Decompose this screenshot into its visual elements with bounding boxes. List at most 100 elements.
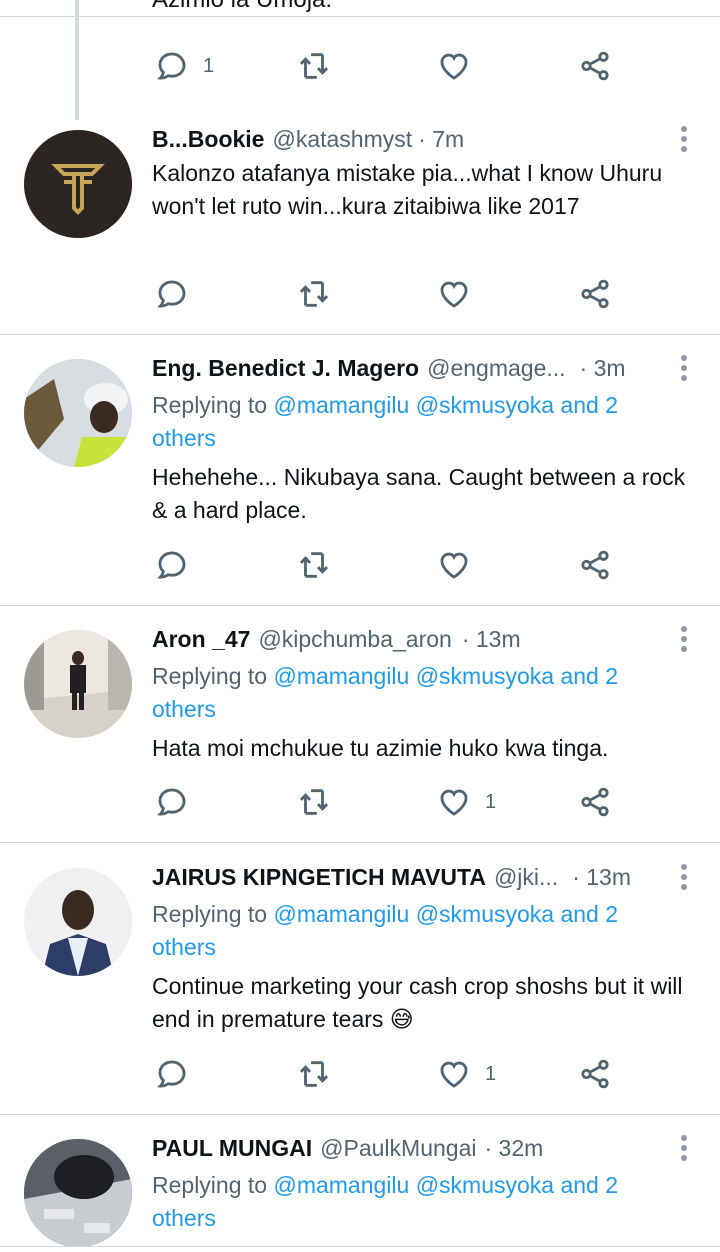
tweet-actions	[0, 274, 720, 314]
retweet-button[interactable]	[297, 1054, 331, 1094]
share-button[interactable]	[578, 274, 612, 314]
profile-photo	[24, 630, 132, 738]
display-name[interactable]: Eng. Benedict J. Magero	[152, 355, 419, 382]
share-button[interactable]	[578, 782, 612, 822]
reply-icon	[155, 548, 189, 582]
timestamp[interactable]: · 13m	[572, 864, 631, 891]
retweet-icon	[297, 548, 331, 582]
reply-button[interactable]: 1	[155, 46, 214, 86]
tweet-text-partial: Azimio la Umoja.	[152, 0, 332, 14]
retweet-icon	[297, 785, 331, 819]
more-vertical-icon[interactable]	[680, 126, 688, 154]
retweet-button[interactable]	[297, 46, 331, 86]
like-count: 1	[485, 790, 497, 813]
display-name[interactable]: PAUL MUNGAI	[152, 1135, 312, 1162]
reply-count: 1	[203, 54, 215, 77]
user-handle[interactable]: @engmage...	[427, 355, 565, 382]
avatar[interactable]	[24, 1139, 132, 1247]
more-vertical-icon[interactable]	[680, 626, 688, 654]
share-button[interactable]	[578, 1054, 612, 1094]
tweet-text: Hata moi mchukue tu azimie huko kwa ting…	[152, 735, 609, 761]
replying-to: Replying to @mamangilu @skmusyoka and 2 …	[152, 1169, 672, 1235]
display-name[interactable]: Aron _47	[152, 626, 250, 653]
more-vertical-icon[interactable]	[680, 1135, 688, 1163]
share-button[interactable]	[578, 46, 612, 86]
profile-photo	[24, 359, 132, 467]
user-handle[interactable]: @kipchumba_aron	[258, 626, 451, 653]
tweet-actions: 1	[0, 46, 720, 86]
avatar[interactable]	[24, 130, 132, 238]
share-icon	[578, 785, 612, 819]
like-count: 1	[485, 1062, 497, 1085]
logo-avatar-image	[24, 130, 132, 238]
reply-button[interactable]	[155, 1054, 189, 1094]
reply-icon	[155, 1057, 189, 1091]
display-name[interactable]: B...Bookie	[152, 126, 264, 153]
heart-icon	[437, 548, 471, 582]
retweet-button[interactable]	[297, 274, 331, 314]
replying-to: Replying to @mamangilu @skmusyoka and 2 …	[152, 660, 672, 726]
more-vertical-icon[interactable]	[680, 864, 688, 892]
tweet-actions	[0, 545, 720, 585]
divider	[0, 334, 720, 335]
profile-photo	[24, 1139, 132, 1247]
like-button[interactable]: 1	[437, 1054, 496, 1094]
tweet-text: Continue marketing your cash crop shoshs…	[152, 973, 683, 1032]
more-vertical-icon[interactable]	[680, 355, 688, 383]
tweet-actions: 1	[0, 1054, 720, 1094]
replying-to: Replying to @mamangilu @skmusyoka and 2 …	[152, 389, 672, 455]
reply-button[interactable]	[155, 782, 189, 822]
retweet-button[interactable]	[297, 782, 331, 822]
avatar[interactable]	[24, 359, 132, 467]
share-button[interactable]	[578, 545, 612, 585]
like-button[interactable]: 1	[437, 782, 496, 822]
reply-button[interactable]	[155, 274, 189, 314]
timestamp[interactable]: · 3m	[580, 355, 626, 382]
replying-to-label: Replying to	[152, 901, 274, 927]
share-icon	[578, 1057, 612, 1091]
avatar[interactable]	[24, 630, 132, 738]
heart-icon	[437, 785, 471, 819]
tweet-text: Kalonzo atafanya mistake pia...what I kn…	[152, 160, 663, 219]
replying-to-label: Replying to	[152, 392, 274, 418]
display-name[interactable]: JAIRUS KIPNGETICH MAVUTA	[152, 864, 486, 891]
tweet-header: B...Bookie @katashmyst · 7m	[152, 126, 660, 153]
heart-icon	[437, 49, 471, 83]
reply-icon	[155, 785, 189, 819]
like-button[interactable]	[437, 545, 485, 585]
user-handle[interactable]: @jki...	[494, 864, 558, 891]
tweet-actions: 1	[0, 782, 720, 822]
divider	[0, 1114, 720, 1115]
like-button[interactable]	[437, 46, 471, 86]
tweet-header: JAIRUS KIPNGETICH MAVUTA @jki... · 13m	[152, 864, 660, 891]
retweet-icon	[297, 49, 331, 83]
replying-to-label: Replying to	[152, 663, 274, 689]
timestamp[interactable]: · 7m	[418, 126, 464, 153]
replying-to-label: Replying to	[152, 1172, 274, 1198]
user-handle[interactable]: @katashmyst	[272, 126, 412, 153]
heart-icon	[437, 1057, 471, 1091]
divider	[0, 605, 720, 606]
tweet-text: Hehehehe... Nikubaya sana. Caught betwee…	[152, 464, 686, 523]
replying-to: Replying to @mamangilu @skmusyoka and 2 …	[152, 898, 672, 964]
reply-icon	[155, 277, 189, 311]
tweet-header: Aron _47 @kipchumba_aron · 13m	[152, 626, 660, 653]
divider	[0, 16, 720, 17]
profile-photo	[24, 868, 132, 976]
divider	[0, 842, 720, 843]
tweet-header: PAUL MUNGAI @PaulkMungai · 32m	[152, 1135, 660, 1162]
avatar[interactable]	[24, 868, 132, 976]
retweet-button[interactable]	[297, 545, 331, 585]
divider	[0, 1246, 720, 1247]
like-button[interactable]	[437, 274, 485, 314]
reply-icon	[155, 49, 189, 83]
share-icon	[578, 277, 612, 311]
retweet-icon	[297, 277, 331, 311]
retweet-icon	[297, 1057, 331, 1091]
share-icon	[578, 49, 612, 83]
tweet-header: Eng. Benedict J. Magero @engmage... · 3m	[152, 355, 660, 382]
timestamp[interactable]: · 13m	[462, 626, 521, 653]
reply-button[interactable]	[155, 545, 189, 585]
user-handle[interactable]: @PaulkMungai	[320, 1135, 476, 1162]
timestamp[interactable]: · 32m	[484, 1135, 543, 1162]
